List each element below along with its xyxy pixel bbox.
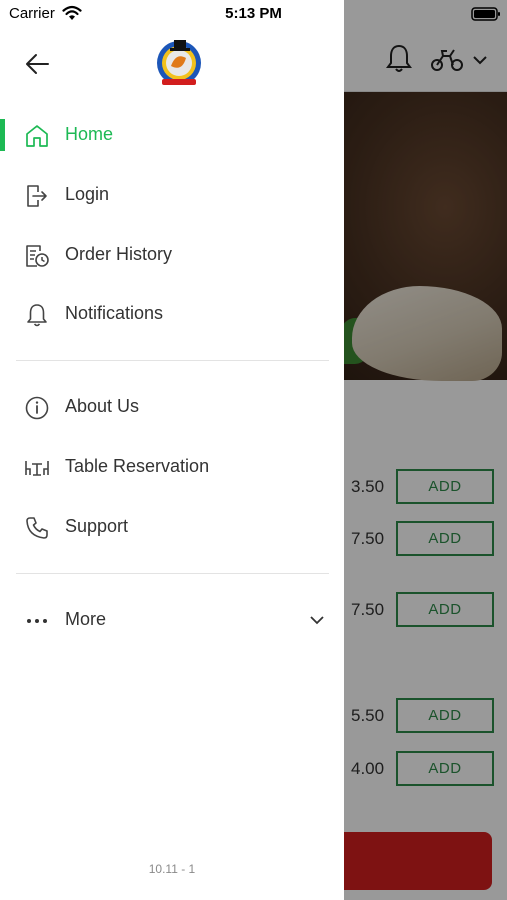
battery-icon <box>471 7 500 21</box>
menu-divider <box>16 360 329 361</box>
menu-item-support[interactable]: Support <box>0 503 344 551</box>
menu-item-label: Home <box>65 124 114 144</box>
info-icon <box>25 396 49 420</box>
app-version: 10.11 - 1 <box>148 862 196 876</box>
menu-item-home[interactable]: Home <box>0 111 344 159</box>
order-history-icon <box>26 245 49 267</box>
menu-item-table-reservation[interactable]: Table Reservation <box>0 443 344 491</box>
navigation-drawer: Home Login Order History Notifications A… <box>0 0 344 900</box>
login-icon <box>27 185 47 207</box>
menu-item-about-us[interactable]: About Us <box>0 383 344 431</box>
menu-item-order-history[interactable]: Order History <box>0 231 344 279</box>
menu-item-notifications[interactable]: Notifications <box>0 290 344 338</box>
phone-icon <box>26 517 48 539</box>
menu-item-login[interactable]: Login <box>0 171 344 219</box>
menu-divider <box>16 573 329 574</box>
status-bar: Carrier 5:13 PM <box>0 0 507 28</box>
menu-item-label: About Us <box>65 396 140 416</box>
chevron-down-icon[interactable] <box>309 614 325 626</box>
menu-item-label: Order History <box>65 244 173 264</box>
menu-item-label: Notifications <box>65 303 164 323</box>
table-reservation-icon <box>25 461 49 476</box>
menu-item-more[interactable]: More <box>0 596 344 644</box>
home-icon <box>26 125 48 147</box>
menu-item-label: Table Reservation <box>65 456 210 476</box>
bell-icon <box>27 304 47 327</box>
active-indicator <box>0 119 5 151</box>
status-time: 5:13 PM <box>225 5 282 22</box>
menu-item-label: Support <box>65 516 129 536</box>
restaurant-logo <box>157 40 201 85</box>
more-dots-icon <box>27 619 47 623</box>
menu-item-label: Login <box>65 184 110 204</box>
menu-item-label: More <box>65 609 107 629</box>
back-arrow-icon[interactable] <box>22 48 54 80</box>
